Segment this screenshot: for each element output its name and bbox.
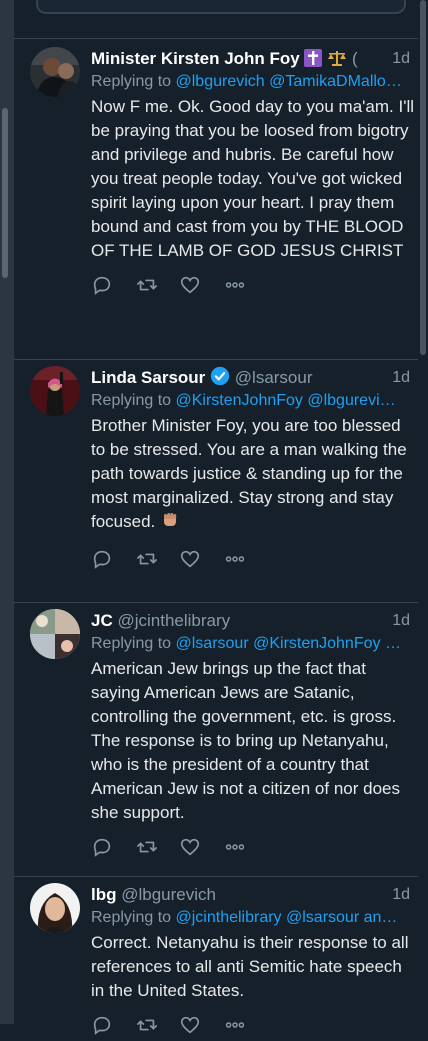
page-scrollbar[interactable] [418, 0, 428, 1024]
handle-fragment: ( [351, 49, 358, 68]
tweet-text: Brother Minister Foy, you are too blesse… [91, 414, 418, 537]
display-name[interactable]: JC [91, 611, 113, 630]
verified-badge-icon [210, 366, 230, 390]
reply-icon [91, 548, 113, 575]
retweet-icon [135, 1014, 159, 1041]
scales-emoji [327, 49, 347, 71]
tweet-feed: Minister Kirsten John Foy ( 1d Replying … [14, 39, 418, 1037]
avatar[interactable] [30, 883, 80, 933]
replying-to: Replying to @jcinthelibrary @lsarsour an… [91, 907, 406, 929]
like-button[interactable] [179, 275, 223, 299]
retweet-icon [135, 548, 159, 575]
retweet-icon [135, 274, 159, 301]
reply-button[interactable] [91, 837, 135, 861]
more-button[interactable] [223, 549, 267, 573]
display-name[interactable]: Linda Sarsour [91, 368, 205, 387]
tweet-content: Linda Sarsour @lsarsour 1d Replying to @… [91, 366, 418, 573]
replying-to: Replying to @lsarsour @KirstenJohnFoy … [91, 633, 406, 655]
retweet-button[interactable] [135, 275, 179, 299]
tweet-text: Correct. Netanyahu is their response to … [91, 933, 409, 1000]
tweet-header: JC @jcinthelibrary 1d [91, 609, 418, 633]
tweet-header: Minister Kirsten John Foy ( 1d [91, 47, 418, 71]
avatar[interactable] [30, 366, 80, 416]
reply-button[interactable] [91, 549, 135, 573]
like-icon [179, 548, 201, 575]
avatar[interactable] [30, 609, 80, 659]
like-button[interactable] [179, 837, 223, 861]
reply-mentions[interactable]: @lsarsour @KirstenJohnFoy … [176, 635, 401, 652]
retweet-button[interactable] [135, 837, 179, 861]
handle[interactable]: @lbgurevich [121, 885, 216, 904]
left-scrollbar-thumb[interactable] [2, 108, 8, 278]
timestamp[interactable]: 1d [388, 47, 410, 71]
tweet-actions [91, 275, 418, 299]
more-icon [223, 1014, 247, 1041]
more-button[interactable] [223, 275, 267, 299]
replying-to-label: Replying to [91, 635, 172, 652]
reply-mentions[interactable]: @lbgurevich @TamikaDMallo… [176, 73, 402, 90]
avatar[interactable] [30, 47, 80, 97]
reply-mentions[interactable]: @jcinthelibrary @lsarsour an… [176, 909, 398, 926]
replying-to-label: Replying to [91, 392, 172, 409]
tweet-header: lbg @lbgurevich 1d [91, 883, 418, 907]
page-scrollbar-thumb[interactable] [420, 0, 426, 355]
tweet-content: JC @jcinthelibrary 1d Replying to @lsars… [91, 609, 418, 861]
tweet-actions [91, 1015, 418, 1039]
tweet-content: lbg @lbgurevich 1d Replying to @jcinthel… [91, 883, 418, 1039]
more-button[interactable] [223, 837, 267, 861]
more-button[interactable] [223, 1015, 267, 1039]
more-icon [223, 274, 247, 301]
reply-button[interactable] [91, 1015, 135, 1039]
handle[interactable]: @lsarsour [235, 368, 313, 387]
retweet-icon [135, 836, 159, 863]
replying-to: Replying to @KirstenJohnFoy @lbgurevi… [91, 390, 406, 412]
like-button[interactable] [179, 549, 223, 573]
reply-icon [91, 836, 113, 863]
tweet-item[interactable]: JC @jcinthelibrary 1d Replying to @lsars… [14, 603, 418, 877]
handle[interactable]: @jcinthelibrary [117, 611, 230, 630]
like-button[interactable] [179, 1015, 223, 1039]
tweet-content: Minister Kirsten John Foy ( 1d Replying … [91, 47, 418, 299]
tweet-header: Linda Sarsour @lsarsour 1d [91, 366, 418, 390]
timestamp[interactable]: 1d [388, 366, 410, 390]
display-name[interactable]: Minister Kirsten John Foy [91, 49, 300, 68]
more-icon [223, 548, 247, 575]
tweet-actions [91, 549, 418, 573]
tweet-item[interactable]: Linda Sarsour @lsarsour 1d Replying to @… [14, 360, 418, 603]
left-scrollbar[interactable] [0, 0, 14, 1024]
tweet-text: American Jew brings up the fact that say… [91, 659, 400, 822]
reply-mentions[interactable]: @KirstenJohnFoy @lbgurevi… [176, 392, 396, 409]
like-icon [179, 1014, 201, 1041]
replying-to-label: Replying to [91, 73, 172, 90]
reply-icon [91, 274, 113, 301]
replying-to: Replying to @lbgurevich @TamikaDMallo… [91, 71, 406, 93]
tweet-item[interactable]: lbg @lbgurevich 1d Replying to @jcinthel… [14, 877, 418, 1037]
raised-fist-emoji [160, 510, 180, 537]
tweet-item[interactable]: Minister Kirsten John Foy ( 1d Replying … [14, 39, 418, 360]
tweet-text-content: Brother Minister Foy, you are too blesse… [91, 416, 407, 531]
reply-icon [91, 1014, 113, 1041]
like-icon [179, 836, 201, 863]
parent-tweet-card[interactable] [36, 0, 406, 14]
tweet-text: Now F me. Ok. Good day to you ma'am. I'l… [91, 97, 414, 260]
timestamp[interactable]: 1d [388, 609, 410, 633]
display-name[interactable]: lbg [91, 885, 117, 904]
like-icon [179, 274, 201, 301]
replying-to-label: Replying to [91, 909, 172, 926]
tweet-actions [91, 837, 418, 861]
more-icon [223, 836, 247, 863]
retweet-button[interactable] [135, 1015, 179, 1039]
reply-button[interactable] [91, 275, 135, 299]
retweet-button[interactable] [135, 549, 179, 573]
latin-cross-emoji [304, 49, 323, 71]
timestamp[interactable]: 1d [388, 883, 410, 907]
